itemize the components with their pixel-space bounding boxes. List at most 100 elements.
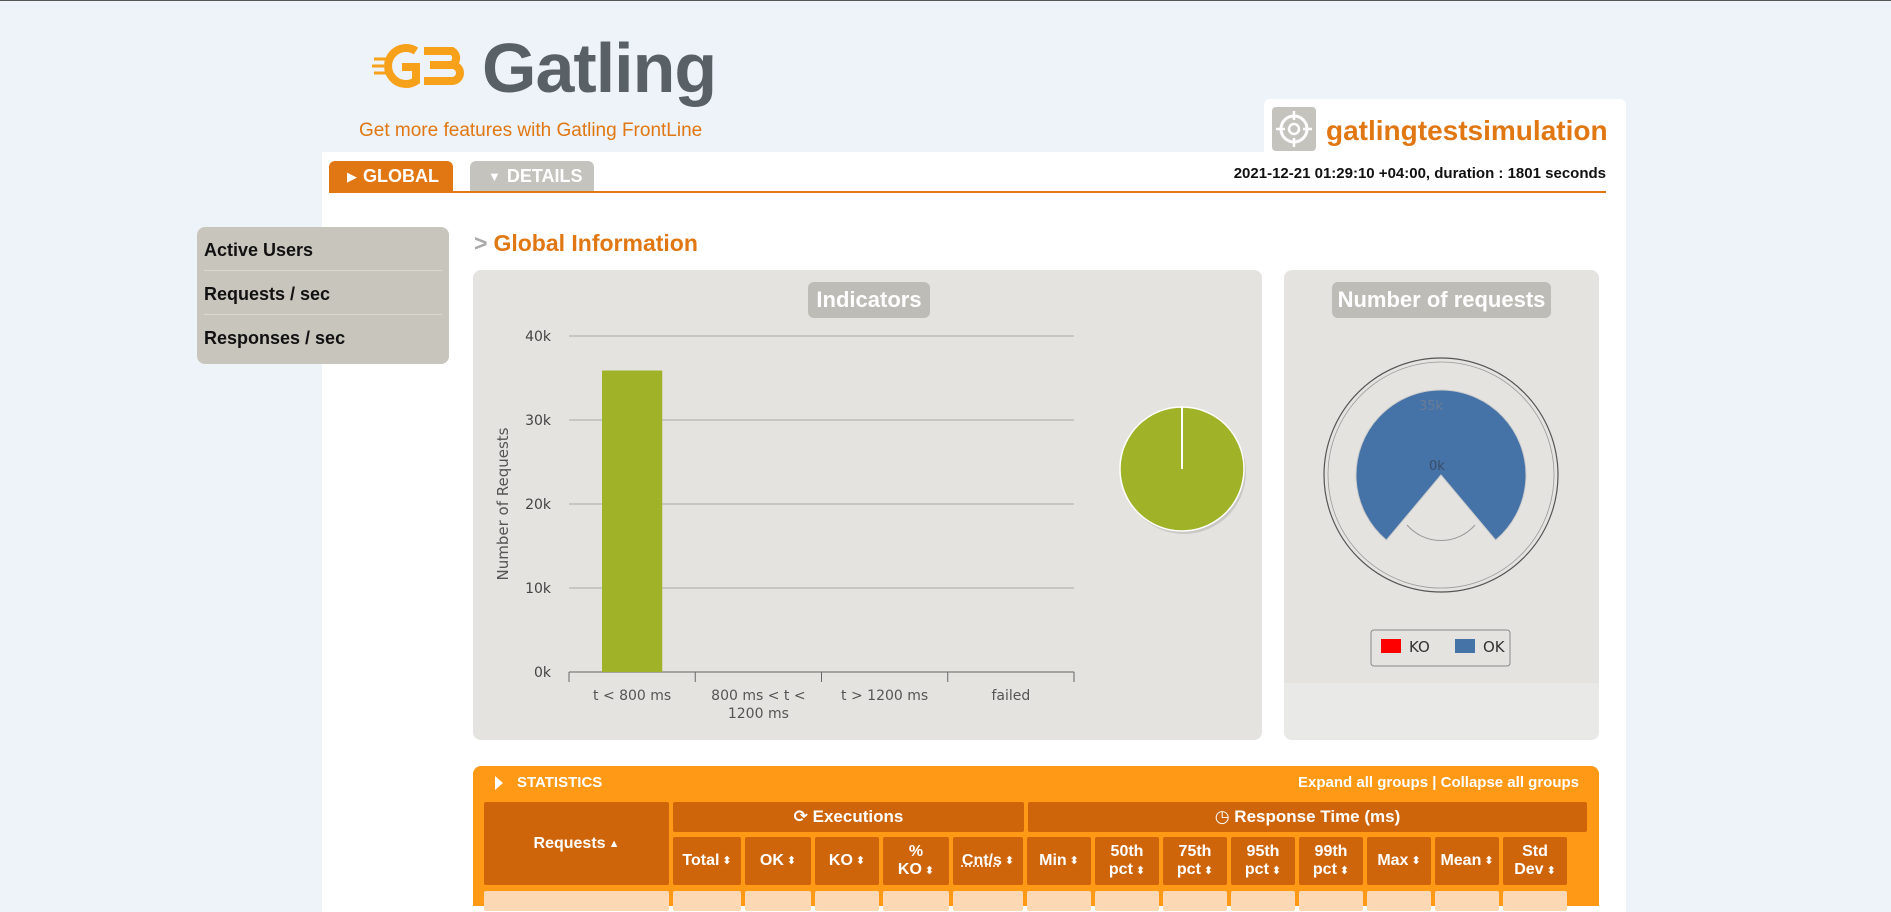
- table-cell: [1027, 891, 1091, 911]
- section-marker: >: [474, 230, 487, 256]
- sort-icon: ⬍: [1484, 852, 1493, 870]
- sort-icon: ⬍: [1070, 852, 1079, 870]
- executions-header-label: Executions: [813, 807, 904, 826]
- tab-details[interactable]: ▼ DETAILS: [470, 161, 594, 191]
- column-header-label: 75thpct⬍: [1177, 843, 1213, 880]
- sidebar-menu: Active Users Requests / sec Responses / …: [197, 227, 449, 364]
- column-header[interactable]: Min⬍: [1027, 837, 1091, 885]
- gatling-logo[interactable]: Gatling: [372, 31, 717, 101]
- statistics-panel: STATISTICS Expand all groups | Collapse …: [473, 766, 1599, 906]
- sort-icon: ⬍: [1005, 852, 1014, 870]
- x-tick-label: 1200 ms: [728, 706, 789, 722]
- group-links: Expand all groups | Collapse all groups: [1298, 774, 1579, 791]
- column-header-label: 95thpct⬍: [1245, 843, 1281, 880]
- frontline-link[interactable]: Get more features with Gatling FrontLine: [359, 120, 702, 142]
- column-header-label: 99thpct⬍: [1313, 843, 1349, 880]
- y-tick-label: 30k: [525, 413, 552, 429]
- links-separator: |: [1432, 774, 1436, 791]
- response-time-header-label: Response Time (ms): [1234, 807, 1400, 826]
- tab-details-label: DETAILS: [507, 166, 583, 186]
- section-title: >Global Information: [474, 230, 698, 257]
- x-tick-label: t < 800 ms: [593, 688, 671, 704]
- y-tick-label: 40k: [525, 329, 552, 345]
- sort-asc-icon: ▲: [609, 838, 620, 850]
- legend-label: KO: [1409, 638, 1430, 656]
- column-header-label: OK: [760, 852, 784, 870]
- target-icon: [1272, 107, 1316, 151]
- column-header[interactable]: OK⬍: [745, 837, 811, 885]
- column-header[interactable]: StdDev⬍: [1503, 837, 1567, 885]
- legend-swatch: [1381, 639, 1401, 653]
- column-header[interactable]: Mean⬍: [1435, 837, 1499, 885]
- sort-icon: ⬍: [722, 852, 731, 870]
- sort-icon: ⬍: [925, 865, 934, 877]
- requests-header-label: Requests: [534, 835, 606, 853]
- sort-icon: ⬍: [1340, 865, 1349, 877]
- bar: [602, 371, 662, 672]
- column-header[interactable]: 50thpct⬍: [1095, 837, 1159, 885]
- tab-global-label: GLOBAL: [363, 166, 439, 186]
- table-cell: [1435, 891, 1499, 911]
- column-header[interactable]: Max⬍: [1367, 837, 1431, 885]
- requests-column-header[interactable]: Requests▲: [484, 802, 669, 885]
- indicators-chart: 0k10k20k30k40kNumber of Requestst < 800 …: [473, 270, 1262, 740]
- column-header-label: %KO⬍: [898, 843, 934, 880]
- column-header-label: Mean: [1440, 852, 1481, 870]
- table-cell: [1299, 891, 1363, 911]
- column-header[interactable]: %KO⬍: [883, 837, 949, 885]
- column-header[interactable]: 99thpct⬍: [1299, 837, 1363, 885]
- sort-icon: ⬍: [1136, 865, 1145, 877]
- gauge-inner-arc: [1407, 525, 1475, 541]
- table-cell: [1503, 891, 1567, 911]
- caret-down-icon: ▼: [488, 162, 501, 192]
- x-tick-label: 800 ms < t <: [711, 688, 805, 704]
- y-tick-label: 0k: [534, 665, 552, 681]
- statistics-title: STATISTICS: [517, 774, 602, 791]
- x-tick-label: t > 1200 ms: [841, 688, 928, 704]
- table-row-label[interactable]: [484, 891, 669, 911]
- sort-icon: ⬍: [1547, 865, 1556, 877]
- caret-right-icon[interactable]: [495, 776, 503, 790]
- sort-icon: ⬍: [1411, 852, 1420, 870]
- project-name: gatlingtestsimulation: [1326, 115, 1608, 147]
- sort-icon: ⬍: [856, 852, 865, 870]
- expand-all-link[interactable]: Expand all groups: [1298, 774, 1428, 791]
- column-header-label: KO: [829, 852, 853, 870]
- column-header-label: Total: [682, 852, 719, 870]
- table-cell: [1231, 891, 1295, 911]
- collapse-all-link[interactable]: Collapse all groups: [1441, 774, 1579, 791]
- column-header-label: 50thpct⬍: [1109, 843, 1145, 880]
- column-header-label: Min: [1039, 852, 1067, 870]
- requests-chart: 35k0kKOOK: [1284, 270, 1599, 740]
- column-header-label: Cnt/s: [962, 852, 1002, 870]
- sidebar-item-requests-sec[interactable]: Requests / sec: [204, 271, 442, 315]
- table-cell: [1367, 891, 1431, 911]
- x-tick-label: failed: [991, 688, 1030, 704]
- column-header[interactable]: 75thpct⬍: [1163, 837, 1227, 885]
- table-cell: [953, 891, 1023, 911]
- column-header[interactable]: KO⬍: [815, 837, 879, 885]
- table-cell: [673, 891, 741, 911]
- sort-icon: ⬍: [1272, 865, 1281, 877]
- y-tick-label: 20k: [525, 497, 552, 513]
- column-header[interactable]: Cnt/s⬍: [953, 837, 1023, 885]
- column-header[interactable]: Total⬍: [673, 837, 741, 885]
- column-header-label: Max: [1377, 852, 1408, 870]
- legend-label: OK: [1483, 638, 1506, 656]
- sidebar-item-active-users[interactable]: Active Users: [204, 227, 442, 271]
- column-header[interactable]: 95thpct⬍: [1231, 837, 1295, 885]
- gatling-wordmark: Gatling: [482, 33, 716, 103]
- legend-swatch: [1455, 639, 1475, 653]
- column-header-label: StdDev⬍: [1514, 843, 1556, 880]
- table-cell: [1095, 891, 1159, 911]
- response-time-group-header: ◷ Response Time (ms): [1028, 802, 1587, 832]
- executions-group-header: ⟳ Executions: [673, 802, 1024, 832]
- y-axis-label: Number of Requests: [494, 427, 512, 580]
- sort-icon: ⬍: [1204, 865, 1213, 877]
- table-cell: [883, 891, 949, 911]
- gauge-label-zero: 0k: [1429, 459, 1445, 474]
- sidebar-item-responses-sec[interactable]: Responses / sec: [204, 315, 442, 358]
- tab-underline: [329, 191, 1606, 193]
- tab-global[interactable]: ▶GLOBAL: [329, 161, 453, 191]
- refresh-icon: ⟳: [794, 807, 808, 826]
